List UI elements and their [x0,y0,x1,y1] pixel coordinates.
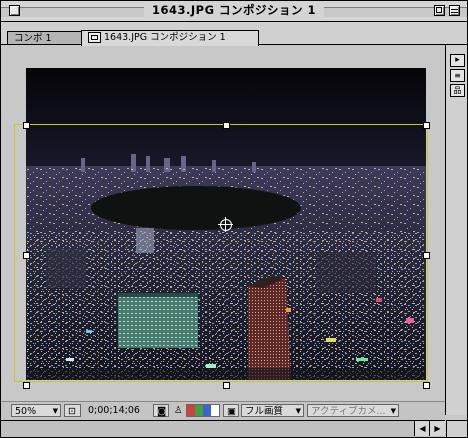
region-icon[interactable]: ⊡ [64,404,81,417]
horizontal-scrollbar[interactable]: ◀ ▶ [1,420,445,437]
scroll-right-icon[interactable]: ▶ [429,421,445,436]
channels-icon[interactable] [186,404,220,417]
zoom-icon[interactable] [434,5,445,16]
grow-icon[interactable] [446,420,467,437]
resolution-select[interactable]: フル画質 [241,404,304,418]
zoom-select[interactable]: 50% [11,404,61,418]
viewer-side-strip: ▸ ≡ 品 [445,45,467,415]
handle-bottom-right[interactable] [423,382,430,389]
composition-window: 1643.JPG コンポジション 1 コンポ 1 1643.JPG コンポジショ… [0,0,468,438]
tab-label: 1643.JPG コンポジション 1 [104,32,226,43]
handle-top-right[interactable] [423,122,430,129]
scroll-left-icon[interactable]: ◀ [414,421,430,436]
handle-bottom-left[interactable] [23,382,30,389]
tab-comp-1[interactable]: コンポ 1 [7,31,83,45]
handle-top-left[interactable] [23,122,30,129]
composition-viewer[interactable] [8,45,445,397]
hierarchy-icon[interactable]: 品 [450,84,465,97]
anchor-point-icon[interactable] [218,217,233,232]
handle-middle-left[interactable] [23,252,30,259]
title-bar[interactable]: 1643.JPG コンポジション 1 [1,1,467,22]
panel-menu-icon[interactable]: ▸ [450,54,465,67]
camera-icon[interactable]: ◙ [153,404,169,417]
window-title: 1643.JPG コンポジション 1 [143,3,325,17]
layer-bounding-box[interactable] [14,124,428,382]
proxy-icon[interactable]: ▣ [223,404,239,417]
timecode-display[interactable]: 0;00;14;06 [85,404,145,417]
handle-bottom-center[interactable] [223,382,230,389]
collapse-icon[interactable] [449,5,460,16]
composition-icon [88,32,101,43]
camera-select[interactable]: アクティブカメ... [307,404,399,418]
person-icon[interactable]: ♙ [171,404,183,417]
comp-flowchart-icon[interactable]: ≡ [450,69,465,82]
handle-middle-right[interactable] [423,252,430,259]
tab-1643-composition[interactable]: 1643.JPG コンポジション 1 [81,30,259,46]
handle-top-center[interactable] [223,122,230,129]
tab-label: コンポ 1 [14,33,52,44]
tab-bar: コンポ 1 1643.JPG コンポジション 1 [1,22,467,46]
viewer-controls: 50% ⊡ 0;00;14;06 ◙ ♙ ▣ フル画質 アクティブカメ... [1,401,445,420]
